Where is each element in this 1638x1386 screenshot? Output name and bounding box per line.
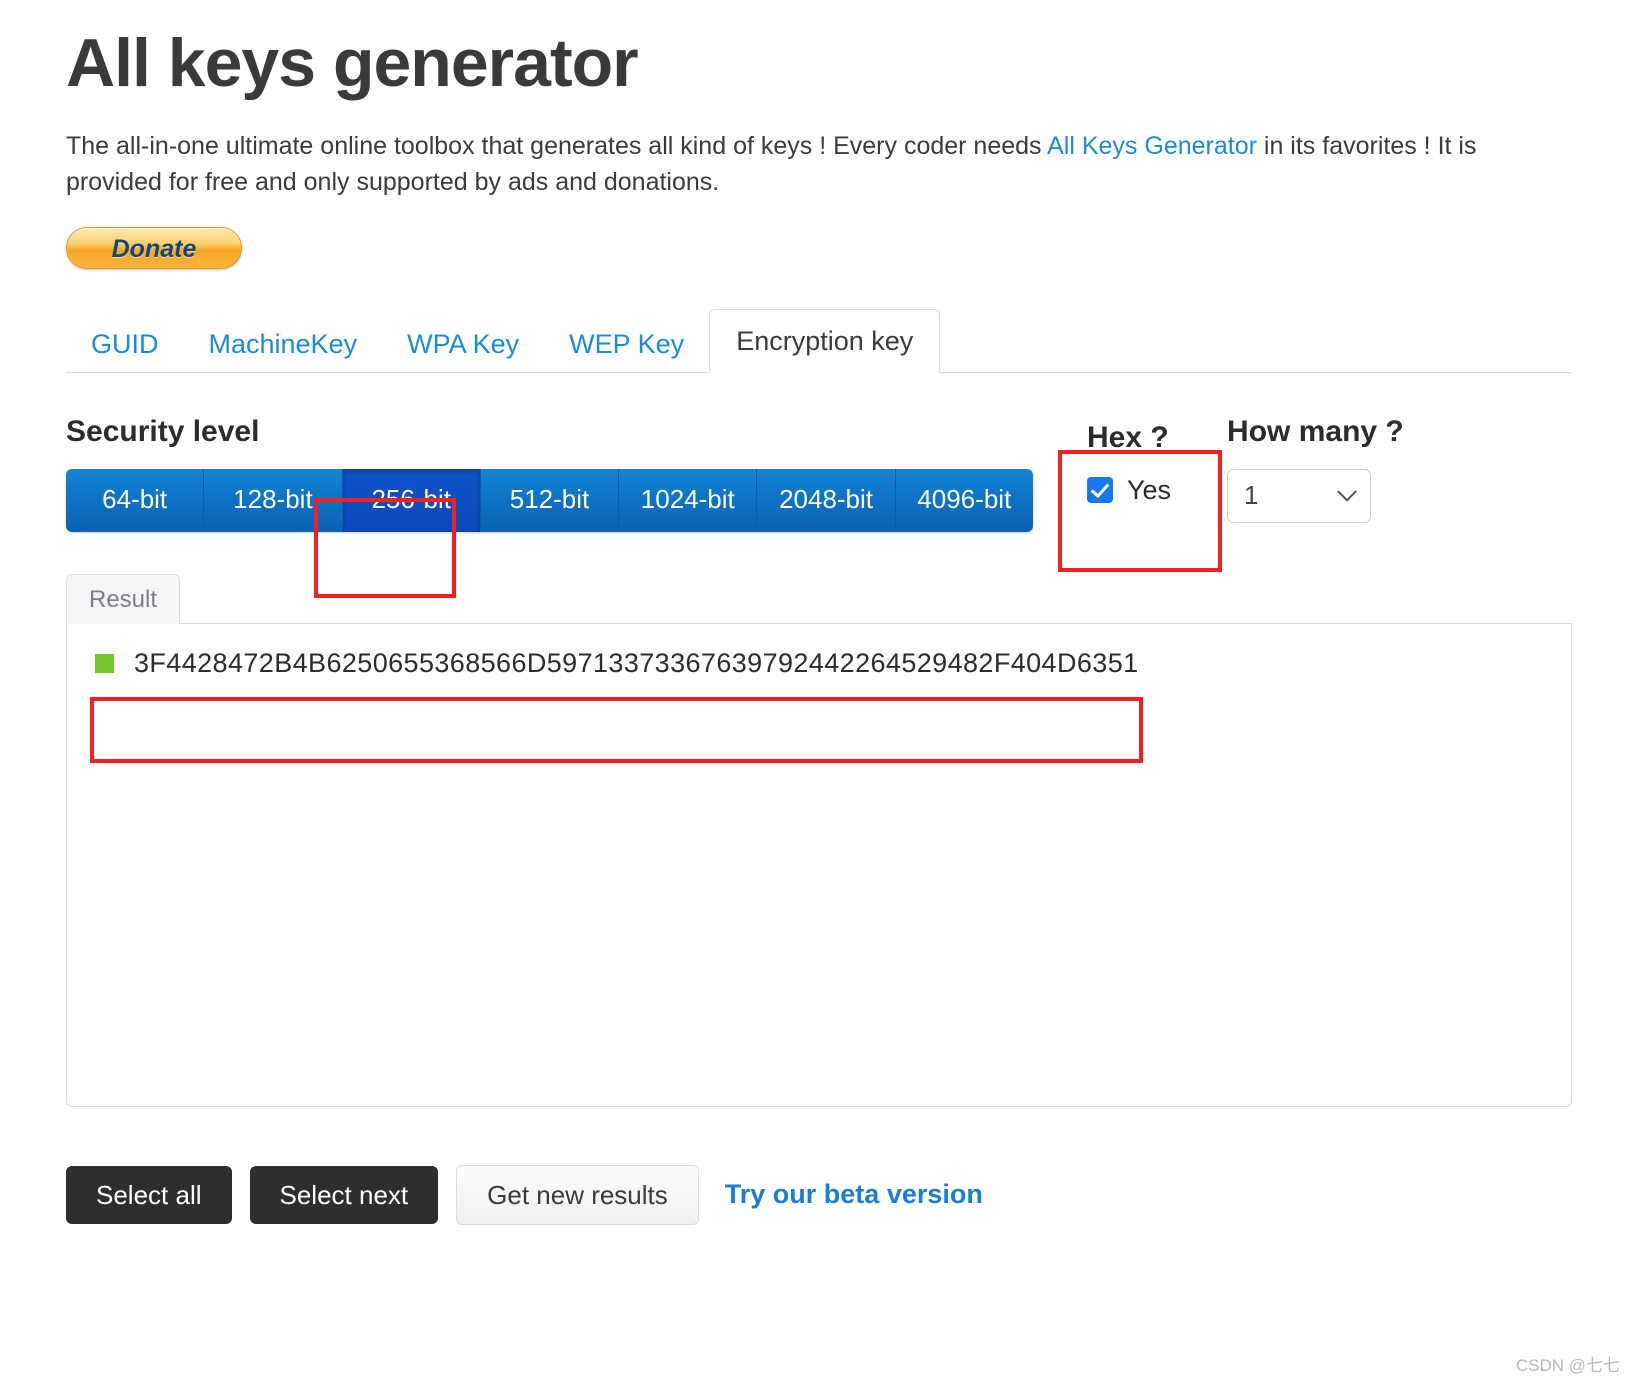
get-new-results-button[interactable]: Get new results (456, 1164, 699, 1225)
page-title: All keys generator (66, 25, 639, 101)
security-level-label: Security level (66, 414, 260, 448)
how-many-select[interactable]: 1 (1227, 468, 1372, 523)
tab-bar: GUID MachineKey WPA Key WEP Key Encrypti… (66, 308, 1572, 373)
tab-encryption-key[interactable]: Encryption key (709, 308, 941, 373)
result-panel: Result 3F4428472B4B6250655368566D5971337… (66, 573, 1572, 1107)
select-all-button[interactable]: Select all (66, 1165, 232, 1224)
level-button-1024[interactable]: 1024-bit (619, 468, 758, 532)
hex-section: Hex ? Yes (1061, 417, 1197, 514)
result-body: 3F4428472B4B6250655368566D59713373367639… (66, 623, 1572, 1107)
watermark: CSDN @七七 (1515, 1356, 1620, 1375)
select-next-button[interactable]: Select next (249, 1165, 439, 1224)
hex-label: Hex ? (1087, 420, 1169, 454)
security-level-section: Security level 64-bit 128-bit 256-bit 51… (66, 414, 1033, 532)
tab-guid[interactable]: GUID (66, 317, 184, 372)
beta-version-link[interactable]: Try our beta version (725, 1179, 983, 1210)
how-many-label: How many ? (1227, 414, 1404, 448)
level-button-128[interactable]: 128-bit (204, 468, 343, 532)
controls-row: Security level 64-bit 128-bit 256-bit 51… (66, 414, 1572, 532)
generated-key-text[interactable]: 3F4428472B4B6250655368566D59713373367639… (134, 648, 1139, 679)
how-many-selected-value: 1 (1244, 480, 1259, 511)
footer-actions: Select all Select next Get new results T… (66, 1164, 1572, 1225)
intro-text-before: The all-in-one ultimate online toolbox t… (66, 132, 1048, 161)
donate-button[interactable]: Donate (66, 226, 242, 269)
result-tab[interactable]: Result (66, 573, 181, 624)
level-button-256[interactable]: 256-bit (342, 468, 481, 532)
level-button-4096[interactable]: 4096-bit (895, 468, 1033, 532)
all-keys-generator-link[interactable]: All Keys Generator (1047, 132, 1257, 160)
hex-checkbox-label: Yes (1127, 474, 1172, 505)
hex-checkbox[interactable] (1087, 477, 1113, 504)
hex-checkbox-row[interactable]: Yes (1087, 475, 1171, 506)
intro-paragraph: The all-in-one ultimate online toolbox t… (66, 128, 1566, 201)
result-tab-bar: Result (66, 573, 1572, 624)
security-level-button-group: 64-bit 128-bit 256-bit 512-bit 1024-bit … (66, 468, 1033, 532)
level-button-2048[interactable]: 2048-bit (757, 468, 896, 532)
page-root: All keys generator The all-in-one ultima… (0, 24, 1638, 1225)
status-square-icon (95, 653, 114, 673)
result-key-row[interactable]: 3F4428472B4B6250655368566D59713373367639… (95, 648, 1543, 679)
level-button-512[interactable]: 512-bit (480, 468, 620, 532)
level-button-64[interactable]: 64-bit (66, 468, 205, 532)
tab-machinekey[interactable]: MachineKey (184, 317, 383, 372)
tab-wpa-key[interactable]: WPA Key (382, 317, 544, 372)
tab-wep-key[interactable]: WEP Key (544, 317, 709, 372)
chevron-down-icon (1337, 481, 1357, 502)
how-many-section: How many ? 1 (1227, 414, 1404, 523)
